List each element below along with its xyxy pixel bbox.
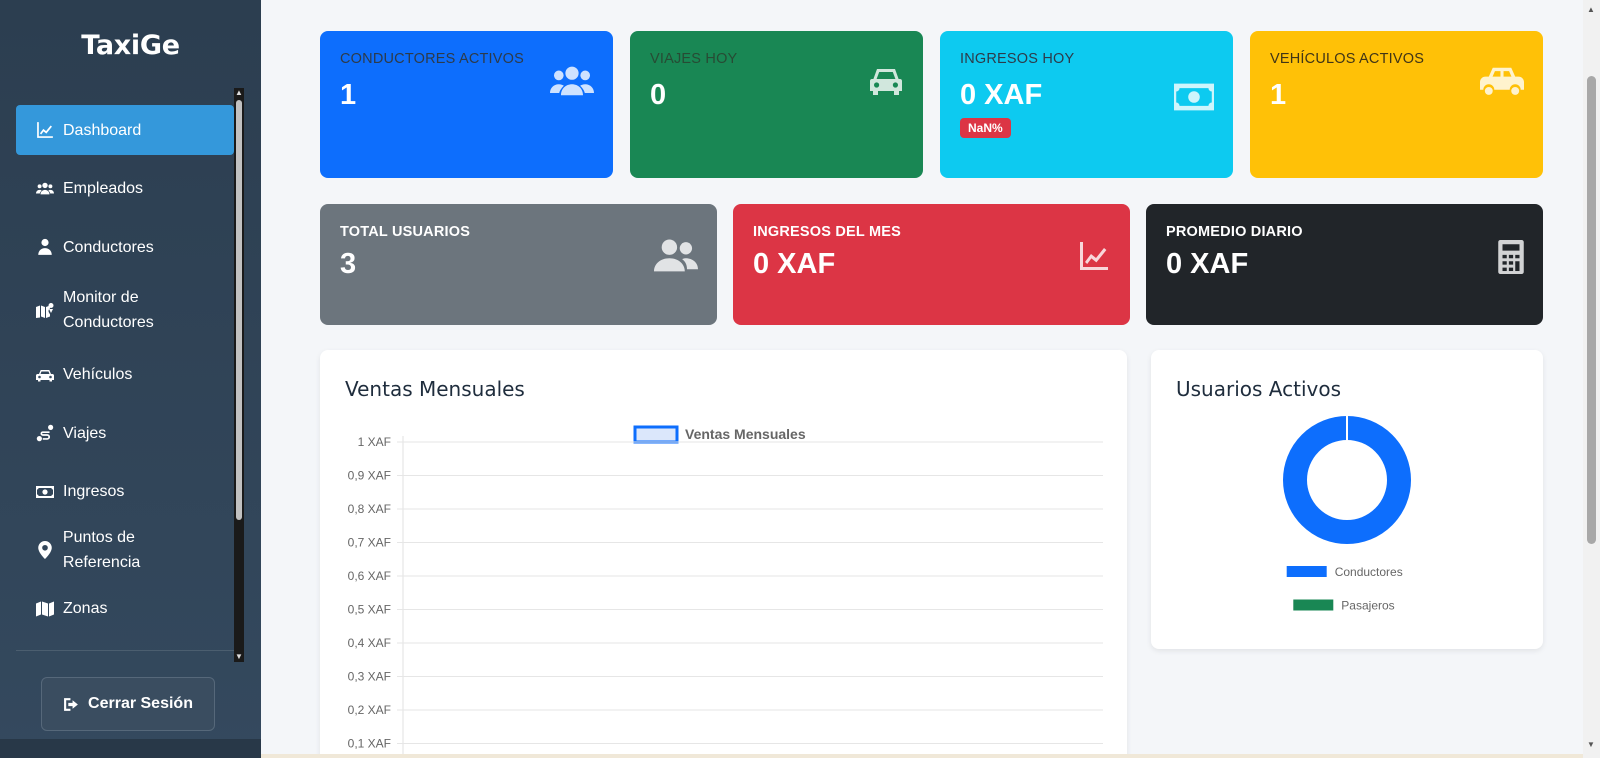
scroll-up-arrow-icon[interactable]: ▲	[1587, 5, 1595, 14]
legend-label: Pasajeros	[1341, 599, 1394, 613]
sidebar-item-label: Ingresos	[63, 483, 125, 500]
sign-out-icon	[64, 697, 78, 711]
change-badge: NaN%	[960, 118, 1011, 138]
taxi-car-icon	[1480, 63, 1524, 104]
sidebar-item-label: Empleados	[63, 180, 144, 197]
sidebar: TaxiGe Dashboard Empleados Conductores M…	[0, 0, 261, 758]
y-tick-label: 0,3 XAF	[348, 670, 391, 684]
sidebar-item-viajes[interactable]: Viajes	[16, 408, 234, 458]
page-scrollbar[interactable]: ▲ ▼	[1583, 0, 1600, 758]
sidebar-item-label: Conductores	[63, 238, 154, 256]
ventas-line-chart: Ventas Mensuales 1 XAF 0,9 XAF 0,8 XAF 0,7 …	[348, 425, 1103, 758]
y-tick-label: 0,5 XAF	[348, 603, 391, 617]
stat-value: 0 XAF	[1166, 248, 1249, 280]
user-friends-icon	[654, 238, 698, 279]
calculator-icon	[1498, 240, 1524, 279]
bottom-strip	[261, 754, 1583, 758]
legend-swatch	[1293, 599, 1334, 611]
sidebar-item-conductores[interactable]: Conductores	[16, 222, 234, 272]
stat-title: TOTAL USUARIOS	[340, 224, 471, 240]
sidebar-item-empleados[interactable]: Empleados	[16, 164, 234, 214]
stat-card-ingresos-hoy: Ingresos Hoy 0 XAF NaN%	[940, 31, 1233, 178]
sidebar-item-label: Monitor de Conductores	[63, 288, 154, 331]
map-icon	[34, 600, 56, 618]
stat-card-ingresos-mes: INGRESOS DEL MES 0 XAF	[733, 204, 1130, 325]
scroll-up-arrow-icon[interactable]: ▲	[235, 89, 243, 97]
stat-card-conductores-activos: Conductores Activos 1	[320, 31, 613, 178]
sidebar-item-ingresos[interactable]: Ingresos	[16, 467, 234, 517]
stat-title: INGRESOS DEL MES	[753, 224, 901, 240]
stat-card-vehiculos-activos: Vehículos Activos 1	[1250, 31, 1543, 178]
user-tie-icon	[34, 238, 56, 256]
money-bill-icon	[1174, 81, 1214, 118]
sidebar-divider	[16, 650, 234, 651]
ventas-mensuales-panel: Ventas Mensuales Ventas Mensuales 1 XAF 0…	[320, 350, 1127, 758]
sidebar-scrollbar[interactable]: ▲ ▼	[234, 88, 244, 662]
users-icon	[550, 64, 594, 105]
pie-slice	[1283, 416, 1411, 544]
sidebar-item-label: Zonas	[63, 600, 108, 617]
stat-title: Viajes Hoy	[650, 51, 738, 67]
sidebar-footer	[0, 739, 261, 758]
stat-card-viajes-hoy: Viajes Hoy 0	[630, 31, 923, 178]
stat-title: Ingresos Hoy	[960, 51, 1075, 67]
logout-button[interactable]: Cerrar Sesión	[41, 677, 215, 731]
logout-label: Cerrar Sesión	[88, 695, 193, 712]
y-tick-label: 0,8 XAF	[348, 502, 391, 516]
stat-value: 0	[650, 79, 667, 111]
sidebar-item-zonas[interactable]: Zonas	[16, 584, 234, 634]
usuarios-activos-panel: Usuarios Activos Conductores Pasajeros	[1151, 350, 1543, 649]
users-icon	[34, 180, 56, 198]
chart-line-icon	[1077, 240, 1111, 277]
stat-value: 3	[340, 248, 357, 280]
y-tick-label: 0,6 XAF	[348, 569, 391, 583]
y-tick-label: 0,2 XAF	[348, 703, 391, 717]
car-icon	[868, 65, 904, 102]
legend-label: Conductores	[1335, 565, 1403, 579]
scroll-down-arrow-icon[interactable]: ▼	[1587, 740, 1595, 749]
legend-swatch	[633, 425, 679, 444]
y-tick-label: 0,1 XAF	[348, 737, 391, 751]
y-tick-label: 0,7 XAF	[348, 536, 391, 550]
legend-swatch	[1286, 566, 1327, 577]
stat-card-total-usuarios: TOTAL USUARIOS 3	[320, 204, 717, 325]
sidebar-item-dashboard[interactable]: Dashboard	[16, 105, 234, 155]
map-marker-icon	[34, 541, 56, 559]
y-tick-label: 0,9 XAF	[348, 469, 391, 483]
y-tick-label: 0,4 XAF	[348, 636, 391, 650]
stat-title: PROMEDIO DIARIO	[1166, 224, 1303, 240]
legend-label: Ventas Mensuales	[685, 426, 806, 442]
page-scroll-thumb[interactable]	[1587, 76, 1596, 544]
usuarios-donut-chart: Conductores Pasajeros	[1283, 416, 1411, 613]
map-marked-icon	[34, 301, 56, 319]
sidebar-item-label: Vehículos	[63, 366, 133, 383]
sidebar-item-label: Puntos de Referencia	[62, 529, 141, 571]
sidebar-nav: Dashboard Empleados Conductores Monitor …	[16, 105, 234, 642]
money-bill-icon	[34, 483, 56, 501]
sidebar-item-monitor[interactable]: Monitor de Conductores	[16, 277, 234, 343]
sidebar-item-puntos[interactable]: Puntos de Referencia	[16, 525, 234, 575]
route-icon	[34, 424, 56, 442]
stat-value: 0 XAF	[753, 248, 836, 280]
sidebar-item-label: Viajes	[63, 424, 107, 442]
scroll-down-arrow-icon[interactable]: ▼	[235, 653, 243, 661]
chart-line-icon	[34, 121, 56, 139]
sidebar-item-vehiculos[interactable]: Vehículos	[16, 350, 234, 400]
sidebar-scroll-thumb[interactable]	[236, 100, 242, 520]
y-tick-label: 1 XAF	[358, 435, 391, 449]
sidebar-item-label: Dashboard	[63, 121, 142, 139]
brand-logo[interactable]: TaxiGe	[0, 30, 261, 61]
stat-card-promedio-diario: PROMEDIO DIARIO 0 XAF	[1146, 204, 1543, 325]
car-icon	[34, 366, 56, 384]
